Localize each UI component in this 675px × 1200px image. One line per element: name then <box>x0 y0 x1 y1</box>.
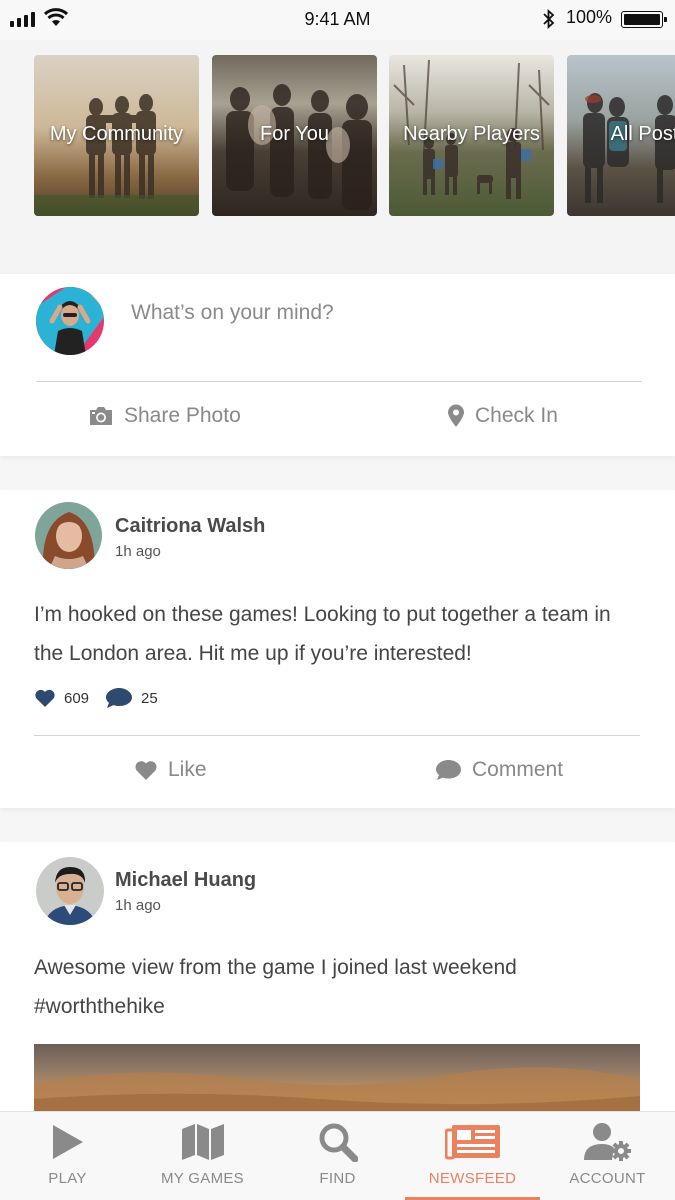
newspaper-icon <box>444 1125 500 1160</box>
tab-label: ACCOUNT <box>569 1170 646 1187</box>
post-composer: What’s on your mind? Share Photo Check I… <box>0 274 675 456</box>
tab-play[interactable]: PLAY <box>0 1112 135 1200</box>
category-label: Nearby Players <box>403 123 540 145</box>
category-card-nearby-players[interactable]: Nearby Players <box>389 55 554 216</box>
account-settings-icon <box>583 1123 631 1161</box>
like-label: Like <box>168 758 207 781</box>
comment-icon <box>436 760 461 780</box>
category-card-for-you[interactable]: For You <box>212 55 377 216</box>
tab-label: FIND <box>319 1170 356 1187</box>
tab-my-games[interactable]: MY GAMES <box>135 1112 270 1200</box>
battery-icon <box>621 11 667 28</box>
comment-count: 25 <box>141 689 158 707</box>
search-icon <box>319 1123 358 1162</box>
share-photo-label: Share Photo <box>124 404 241 427</box>
bluetooth-icon <box>543 9 555 29</box>
category-label: My Community <box>49 123 184 145</box>
bottom-tab-bar: PLAY MY GAMES FIND NEWSFEED ACCOUNT <box>0 1111 675 1200</box>
camera-icon <box>90 407 112 425</box>
user-avatar[interactable] <box>36 287 104 355</box>
tab-label: NEWSFEED <box>428 1170 517 1187</box>
like-count: 609 <box>64 689 90 707</box>
comment-button[interactable]: Comment <box>435 758 563 782</box>
post-time: 1h ago <box>115 543 161 560</box>
post-time: 1h ago <box>115 897 161 914</box>
tab-newsfeed[interactable]: NEWSFEED <box>405 1112 540 1200</box>
battery-percentage: 100% <box>566 7 613 27</box>
composer-input[interactable]: What’s on your mind? <box>131 301 334 325</box>
comment-label: Comment <box>472 758 564 781</box>
share-photo-button[interactable]: Share Photo <box>88 404 241 428</box>
category-carousel[interactable]: My Community For You Nearby Players All … <box>0 40 675 274</box>
feed-post: Caitriona Walsh 1h ago I’m hooked on the… <box>0 490 675 808</box>
category-card-all-posts[interactable]: All Posts <box>567 55 675 216</box>
post-text: Awesome view from the game I joined last… <box>34 956 517 1018</box>
check-in-label: Check In <box>475 404 558 427</box>
play-icon <box>52 1125 83 1159</box>
heart-icon <box>35 689 55 707</box>
tab-label: MY GAMES <box>161 1170 244 1187</box>
heart-outline-icon <box>135 761 157 780</box>
post-photo[interactable] <box>34 1044 640 1114</box>
author-name[interactable]: Caitriona Walsh <box>115 515 265 538</box>
category-label: All Posts <box>610 123 675 145</box>
category-label: For You <box>260 123 329 145</box>
post-divider <box>34 735 640 736</box>
category-card-my-community[interactable]: My Community <box>34 55 199 216</box>
tab-find[interactable]: FIND <box>270 1112 405 1200</box>
post-text: I’m hooked on these games! Looking to pu… <box>34 603 611 665</box>
composer-divider <box>36 381 642 382</box>
like-button[interactable]: Like <box>134 758 207 782</box>
check-in-button[interactable]: Check In <box>447 404 558 428</box>
location-pin-icon <box>448 404 464 427</box>
author-avatar[interactable] <box>35 502 102 569</box>
post-stats: 609 25 <box>34 687 158 709</box>
tab-account[interactable]: ACCOUNT <box>540 1112 675 1200</box>
status-bar: 9:41 AM 100% <box>0 0 675 40</box>
author-avatar[interactable] <box>36 857 104 925</box>
comment-bubble-icon <box>106 688 133 708</box>
feed-post: Michael Huang 1h ago Awesome view from t… <box>0 842 675 1114</box>
author-name[interactable]: Michael Huang <box>115 869 256 892</box>
map-icon <box>181 1124 224 1160</box>
tab-label: PLAY <box>48 1170 87 1187</box>
